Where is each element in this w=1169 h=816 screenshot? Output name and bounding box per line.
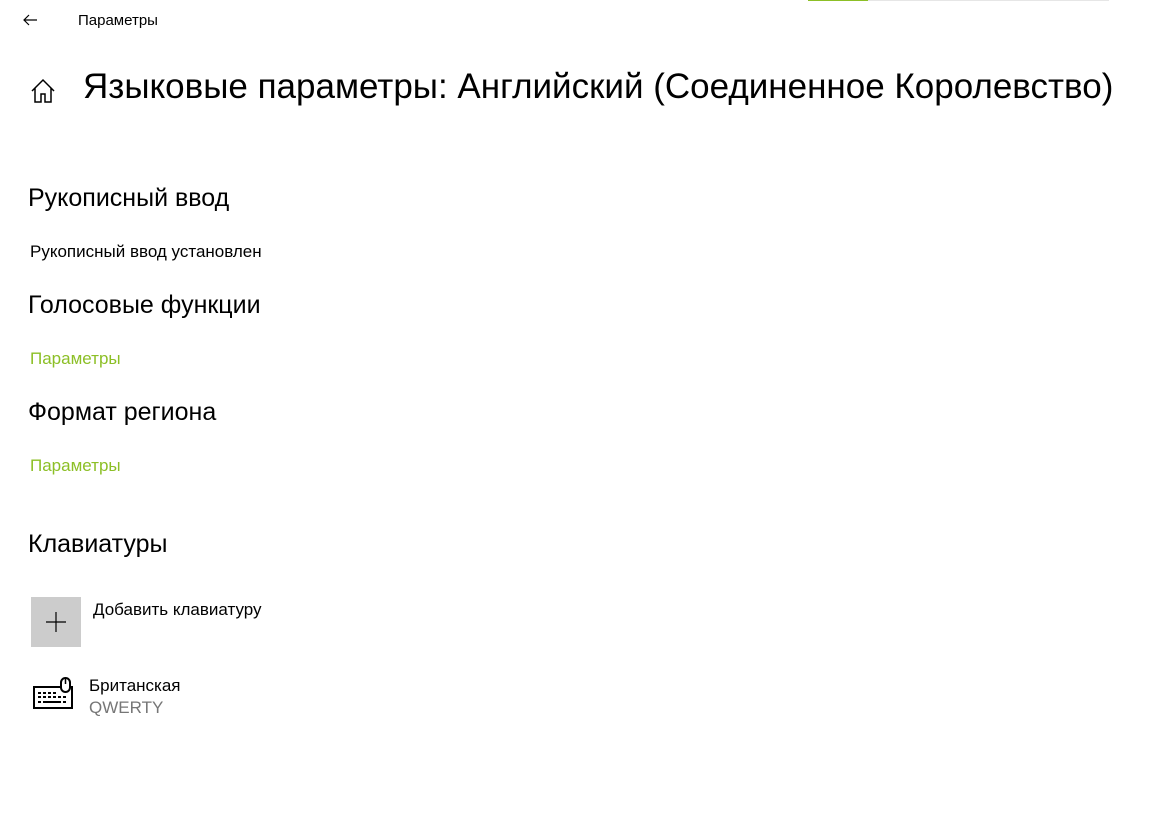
- home-icon[interactable]: [29, 77, 57, 105]
- keyboard-item[interactable]: Британская QWERTY: [31, 674, 181, 719]
- progress-bar-fill: [808, 0, 869, 1]
- region-settings-link[interactable]: Параметры: [30, 456, 121, 476]
- add-keyboard-label: Добавить клавиатуру: [93, 600, 262, 619]
- progress-bar: [808, 0, 1109, 1]
- back-button[interactable]: [14, 4, 46, 36]
- add-keyboard-button[interactable]: Добавить клавиатуру: [31, 597, 262, 647]
- add-keyboard-tile: [31, 597, 81, 647]
- app-title: Параметры: [78, 12, 158, 29]
- keyboards-heading: Клавиатуры: [28, 530, 168, 558]
- keyboard-icon: [33, 677, 73, 709]
- keyboard-layout: QWERTY: [89, 698, 164, 717]
- handwriting-heading: Рукописный ввод: [28, 184, 230, 212]
- keyboard-name: Британская: [89, 676, 181, 695]
- settings-window: Параметры Языковые параметры: Английский…: [0, 0, 1169, 816]
- page-title: Языковые параметры: Английский (Соединен…: [83, 67, 1114, 106]
- handwriting-status: Рукописный ввод установлен: [30, 242, 262, 261]
- plus-icon: [46, 612, 66, 632]
- speech-heading: Голосовые функции: [28, 291, 261, 319]
- back-arrow-icon: [23, 14, 37, 26]
- speech-settings-link[interactable]: Параметры: [30, 349, 121, 369]
- region-format-heading: Формат региона: [28, 398, 217, 426]
